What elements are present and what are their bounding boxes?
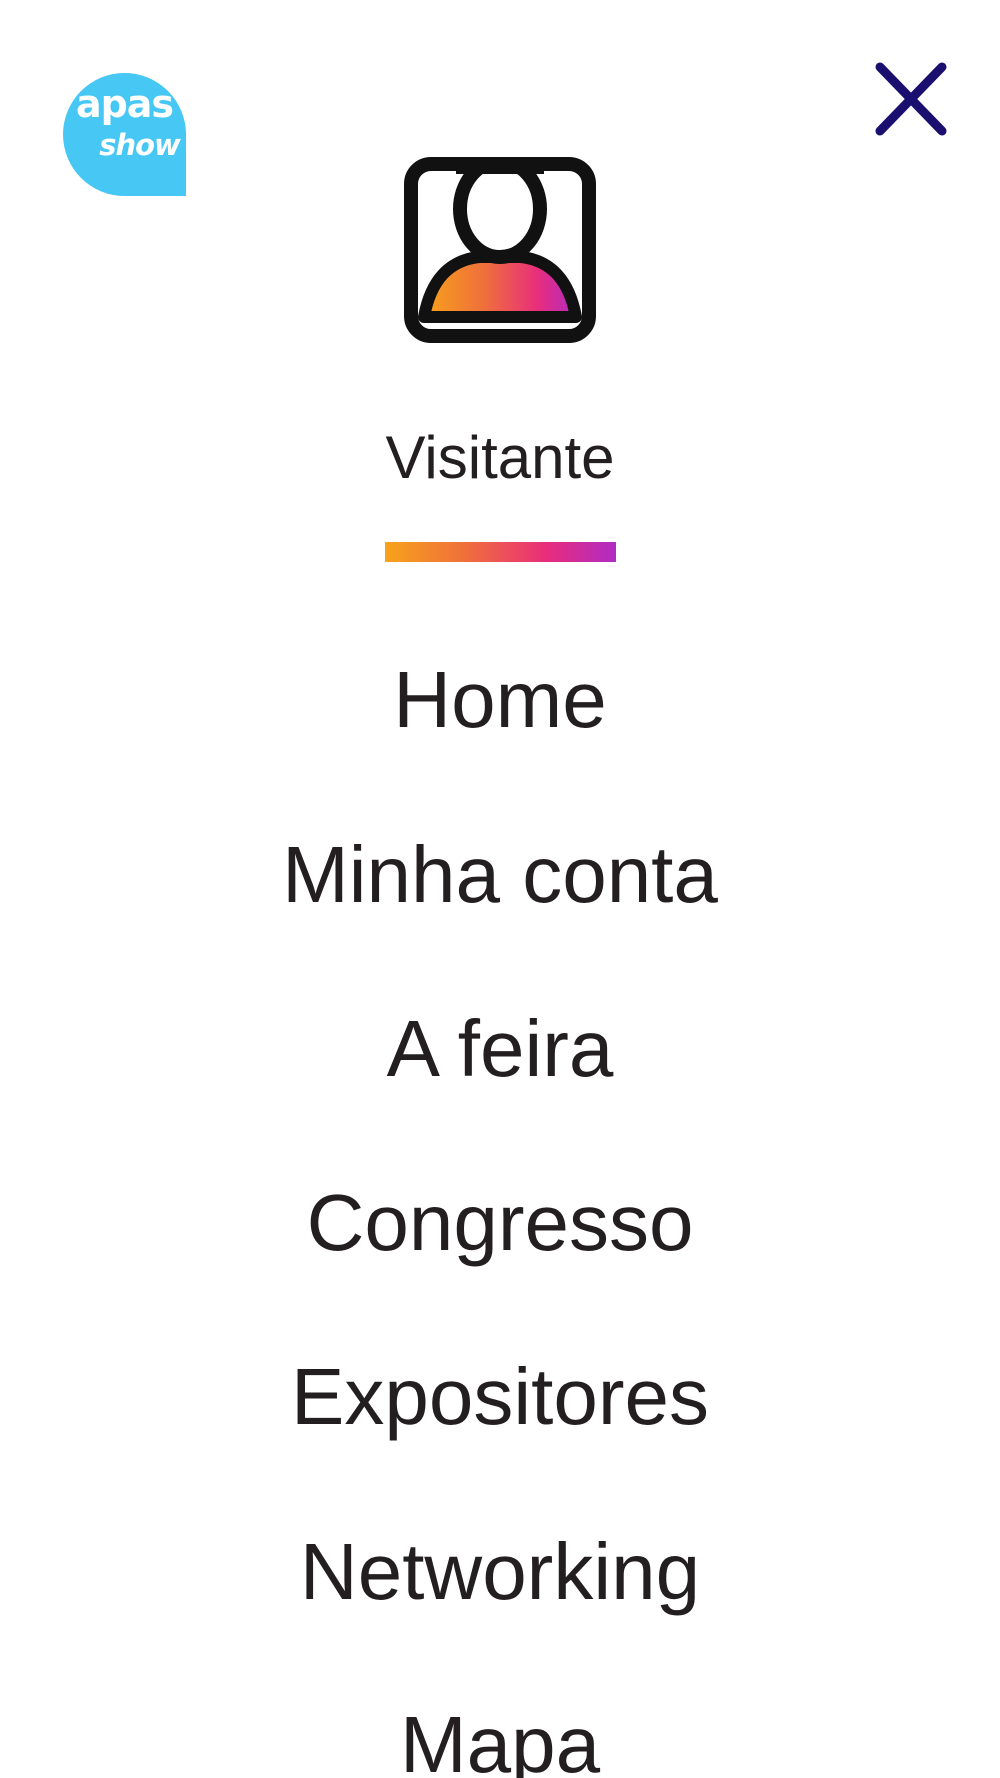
main-navigation: Home Minha conta A feira Congresso Expos…	[0, 0, 1000, 1778]
menu-item-minha-conta[interactable]: Minha conta	[0, 820, 1000, 930]
side-menu-screen: apas show Visitante Home Minha conta A f…	[0, 0, 1000, 1778]
menu-item-mapa[interactable]: Mapa	[0, 1690, 1000, 1778]
menu-item-networking[interactable]: Networking	[0, 1517, 1000, 1627]
menu-item-home[interactable]: Home	[0, 645, 1000, 755]
menu-item-a-feira[interactable]: A feira	[0, 994, 1000, 1104]
menu-item-expositores[interactable]: Expositores	[0, 1342, 1000, 1452]
menu-item-congresso[interactable]: Congresso	[0, 1168, 1000, 1278]
